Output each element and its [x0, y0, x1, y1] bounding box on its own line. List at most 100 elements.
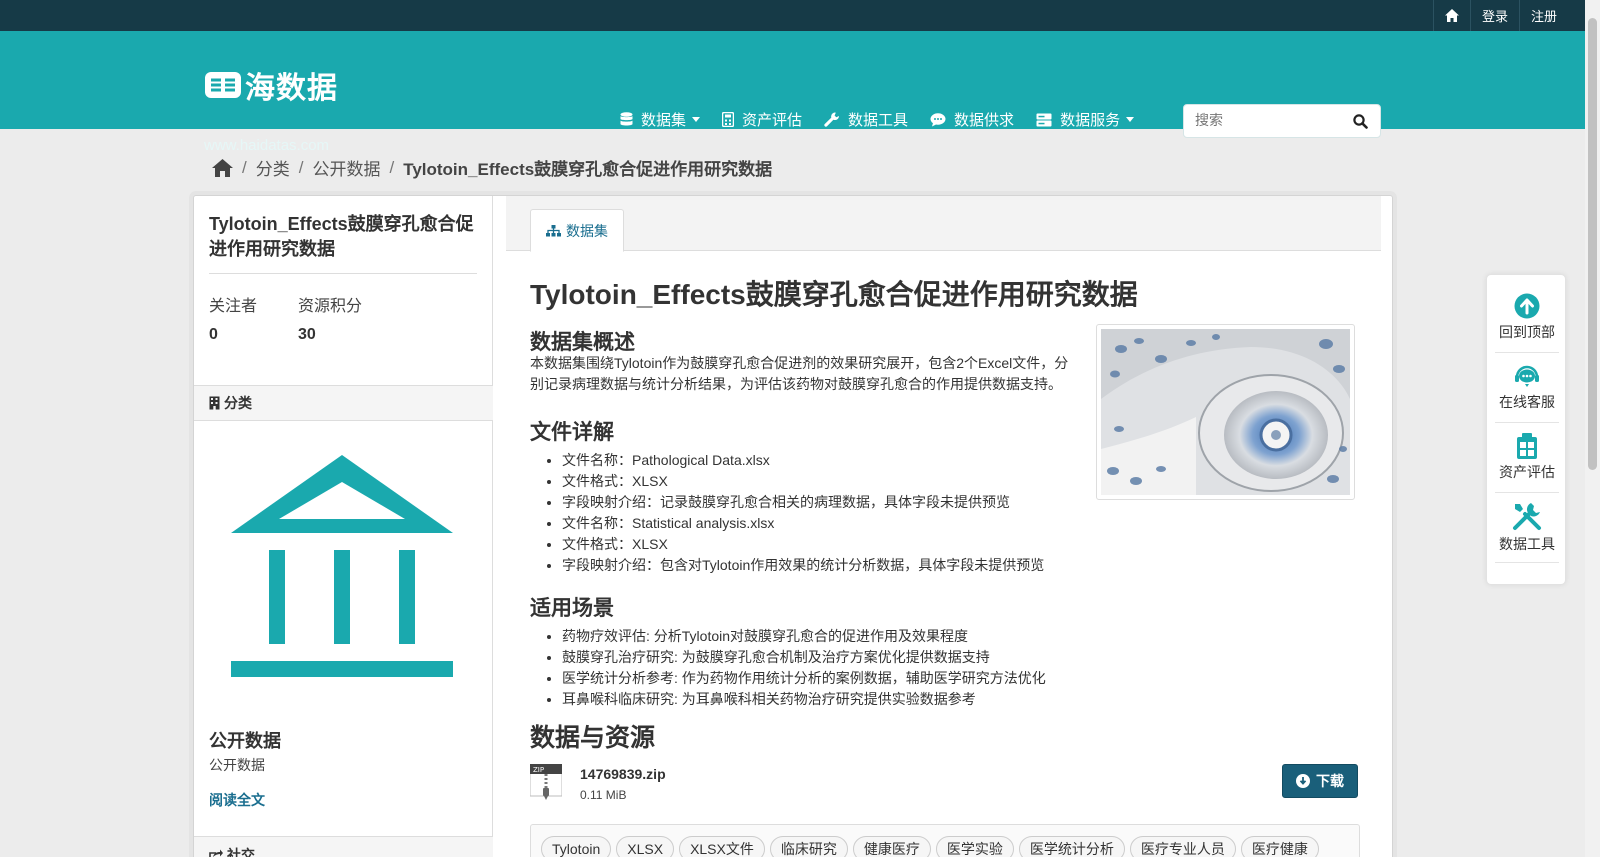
category-head-label: 分类 — [224, 395, 252, 411]
points-stat: 资源积分 30 — [298, 292, 362, 344]
online-support-button[interactable]: 在线客服 — [1495, 353, 1559, 423]
nav-data-services-label: 数据服务 — [1060, 112, 1121, 129]
data-tools-button[interactable]: 数据工具 — [1495, 493, 1559, 563]
tag[interactable]: XLSX文件 — [679, 836, 765, 857]
tab-bar: 数据集 — [506, 196, 1381, 252]
institution-icon — [231, 455, 453, 677]
tag[interactable]: Tylotoin — [541, 836, 612, 857]
read-more-link[interactable]: 阅读全文 — [209, 790, 265, 810]
breadcrumb-category[interactable]: 分类 — [256, 155, 290, 180]
floating-toolbar: 回到顶部 在线客服 资产评估 数据工具 — [1486, 274, 1566, 585]
chevron-down-icon — [692, 117, 701, 122]
breadcrumb-separator: / — [389, 157, 395, 177]
search-icon[interactable] — [1353, 114, 1368, 129]
site-header: 海数据 www.haidatas.com 数据集 资产评估 数据工具 数据供求 … — [0, 31, 1600, 154]
breadcrumb-current[interactable]: Tylotoin_Effects鼓膜穿孔愈合促进作用研究数据 — [403, 155, 772, 180]
register-link[interactable]: 注册 — [1518, 0, 1568, 31]
tag[interactable]: XLSX — [616, 836, 675, 857]
overview-text: 本数据集围绕Tylotoin作为鼓膜穿孔愈合促进剂的效果研究展开，包含2个Exc… — [530, 355, 1069, 392]
download-icon — [1296, 774, 1310, 788]
page-scrollbar[interactable] — [1585, 0, 1600, 857]
headset-icon — [1515, 365, 1539, 387]
home-link[interactable] — [1432, 0, 1470, 31]
main-nav: 数据集 资产评估 数据工具 数据供求 数据服务 — [620, 109, 1156, 130]
list-item: 药物疗效评估: 分析Tylotoin对鼓膜穿孔愈合的促进作用及效果程度 — [562, 626, 1046, 647]
wrench-icon — [824, 112, 840, 127]
content-area: 数据集 Tylotoin_Effects鼓膜穿孔愈合促进作用研究数据 数据集概述… — [494, 196, 1394, 857]
download-button[interactable]: 下载 — [1282, 764, 1358, 798]
resource-name[interactable]: 14769839.zip — [580, 766, 666, 782]
dataset-preview-image — [1096, 324, 1355, 500]
breadcrumb-public[interactable]: 公开数据 — [312, 155, 380, 180]
sitemap-icon — [546, 224, 561, 236]
tag[interactable]: 医学实验 — [935, 836, 1014, 857]
followers-label: 关注者 — [209, 298, 258, 315]
breadcrumb-separator: / — [298, 157, 304, 177]
preview-illustration — [1101, 329, 1350, 495]
tag[interactable]: 医学统计分析 — [1018, 836, 1125, 857]
download-label: 下载 — [1316, 773, 1344, 789]
org-description: 公开数据 — [209, 757, 265, 773]
nav-data-tools[interactable]: 数据工具 — [824, 109, 908, 130]
search-input[interactable] — [1195, 112, 1345, 128]
top-bar: 登录 注册 — [0, 0, 1600, 31]
points-label: 资源积分 — [298, 298, 363, 315]
list-item: 文件格式：XLSX — [562, 471, 1044, 492]
tag[interactable]: 临床研究 — [769, 836, 848, 857]
data-tools-label: 数据工具 — [1499, 536, 1555, 552]
org-name: 公开数据 — [209, 731, 281, 751]
nav-supply-demand-label: 数据供求 — [954, 112, 1015, 129]
tag[interactable]: 医疗专业人员 — [1129, 836, 1236, 857]
files-heading: 文件详解 — [530, 421, 614, 444]
back-to-top-label: 回到顶部 — [1499, 324, 1555, 340]
social-head: 社交 — [194, 836, 493, 857]
breadcrumb: / 分类 / 公开数据 / Tylotoin_Effects鼓膜穿孔愈合促进作用… — [212, 155, 772, 180]
list-item: 文件名称：Statistical analysis.xlsx — [562, 513, 1044, 534]
chevron-down-icon — [1126, 117, 1135, 122]
points-value: 30 — [298, 326, 316, 343]
main-wrapper: Tylotoin_Effects鼓膜穿孔愈合促进作用研究数据 关注者 0 资源积… — [193, 195, 1393, 857]
nav-datasets-label: 数据集 — [641, 112, 687, 129]
back-to-top-button[interactable]: 回到顶部 — [1495, 283, 1559, 353]
asset-eval-label: 资产评估 — [1499, 464, 1555, 480]
logo-url: www.haidatas.com — [204, 137, 330, 154]
files-list: 文件名称：Pathological Data.xlsx 文件格式：XLSX 字段… — [562, 450, 1044, 576]
list-item: 文件格式：XLSX — [562, 534, 1044, 555]
login-link[interactable]: 登录 — [1469, 0, 1519, 31]
nav-supply-demand[interactable]: 数据供求 — [930, 109, 1014, 130]
resources-heading: 数据与资源 — [530, 724, 656, 752]
tab-dataset[interactable]: 数据集 — [530, 209, 624, 252]
category-head: 分类 — [194, 385, 493, 421]
asset-eval-button[interactable]: 资产评估 — [1495, 423, 1559, 493]
tag[interactable]: 健康医疗 — [852, 836, 931, 857]
overview-heading: 数据集概述 — [530, 331, 635, 354]
list-item: 文件名称：Pathological Data.xlsx — [562, 450, 1044, 471]
search-box — [1183, 104, 1381, 138]
followers-stat: 关注者 0 — [209, 292, 257, 344]
sidebar: Tylotoin_Effects鼓膜穿孔愈合促进作用研究数据 关注者 0 资源积… — [194, 196, 493, 857]
database-icon — [620, 112, 633, 126]
home-icon — [1444, 9, 1459, 22]
list-item: 耳鼻喉科临床研究: 为耳鼻喉科相关药物治疗研究提供实验数据参考 — [562, 689, 1046, 710]
site-logo[interactable]: 海数据 — [205, 63, 338, 107]
followers-value: 0 — [209, 326, 218, 343]
home-icon[interactable] — [212, 158, 233, 177]
list-item: 字段映射介绍：包含对Tylotoin作用效果的统计分析数据，具体字段未提供预览 — [562, 555, 1044, 576]
tab-dataset-label: 数据集 — [566, 222, 608, 239]
online-support-label: 在线客服 — [1499, 394, 1555, 410]
divider — [209, 273, 477, 274]
list-item: 医学统计分析参考: 作为药物作用统计分析的案例数据，辅助医学研究方法优化 — [562, 668, 1046, 689]
list-item: 字段映射介绍：记录鼓膜穿孔愈合相关的病理数据，具体字段未提供预览 — [562, 492, 1044, 513]
server-icon — [1036, 113, 1052, 126]
tag[interactable]: 医疗健康 — [1240, 836, 1319, 857]
tools-icon — [1513, 503, 1541, 530]
nav-data-services[interactable]: 数据服务 — [1036, 109, 1135, 130]
dataset-title: Tylotoin_Effects鼓膜穿孔愈合促进作用研究数据 — [209, 214, 474, 259]
share-icon — [209, 849, 223, 857]
scrollbar-thumb[interactable] — [1588, 18, 1597, 470]
logo-mark-icon — [205, 72, 241, 98]
building-icon — [209, 396, 220, 410]
resource-item[interactable]: ZIP 14769839.zip 0.11 MiB 下载 — [530, 764, 1360, 804]
nav-asset-eval[interactable]: 资产评估 — [722, 109, 802, 130]
nav-datasets[interactable]: 数据集 — [620, 109, 701, 130]
